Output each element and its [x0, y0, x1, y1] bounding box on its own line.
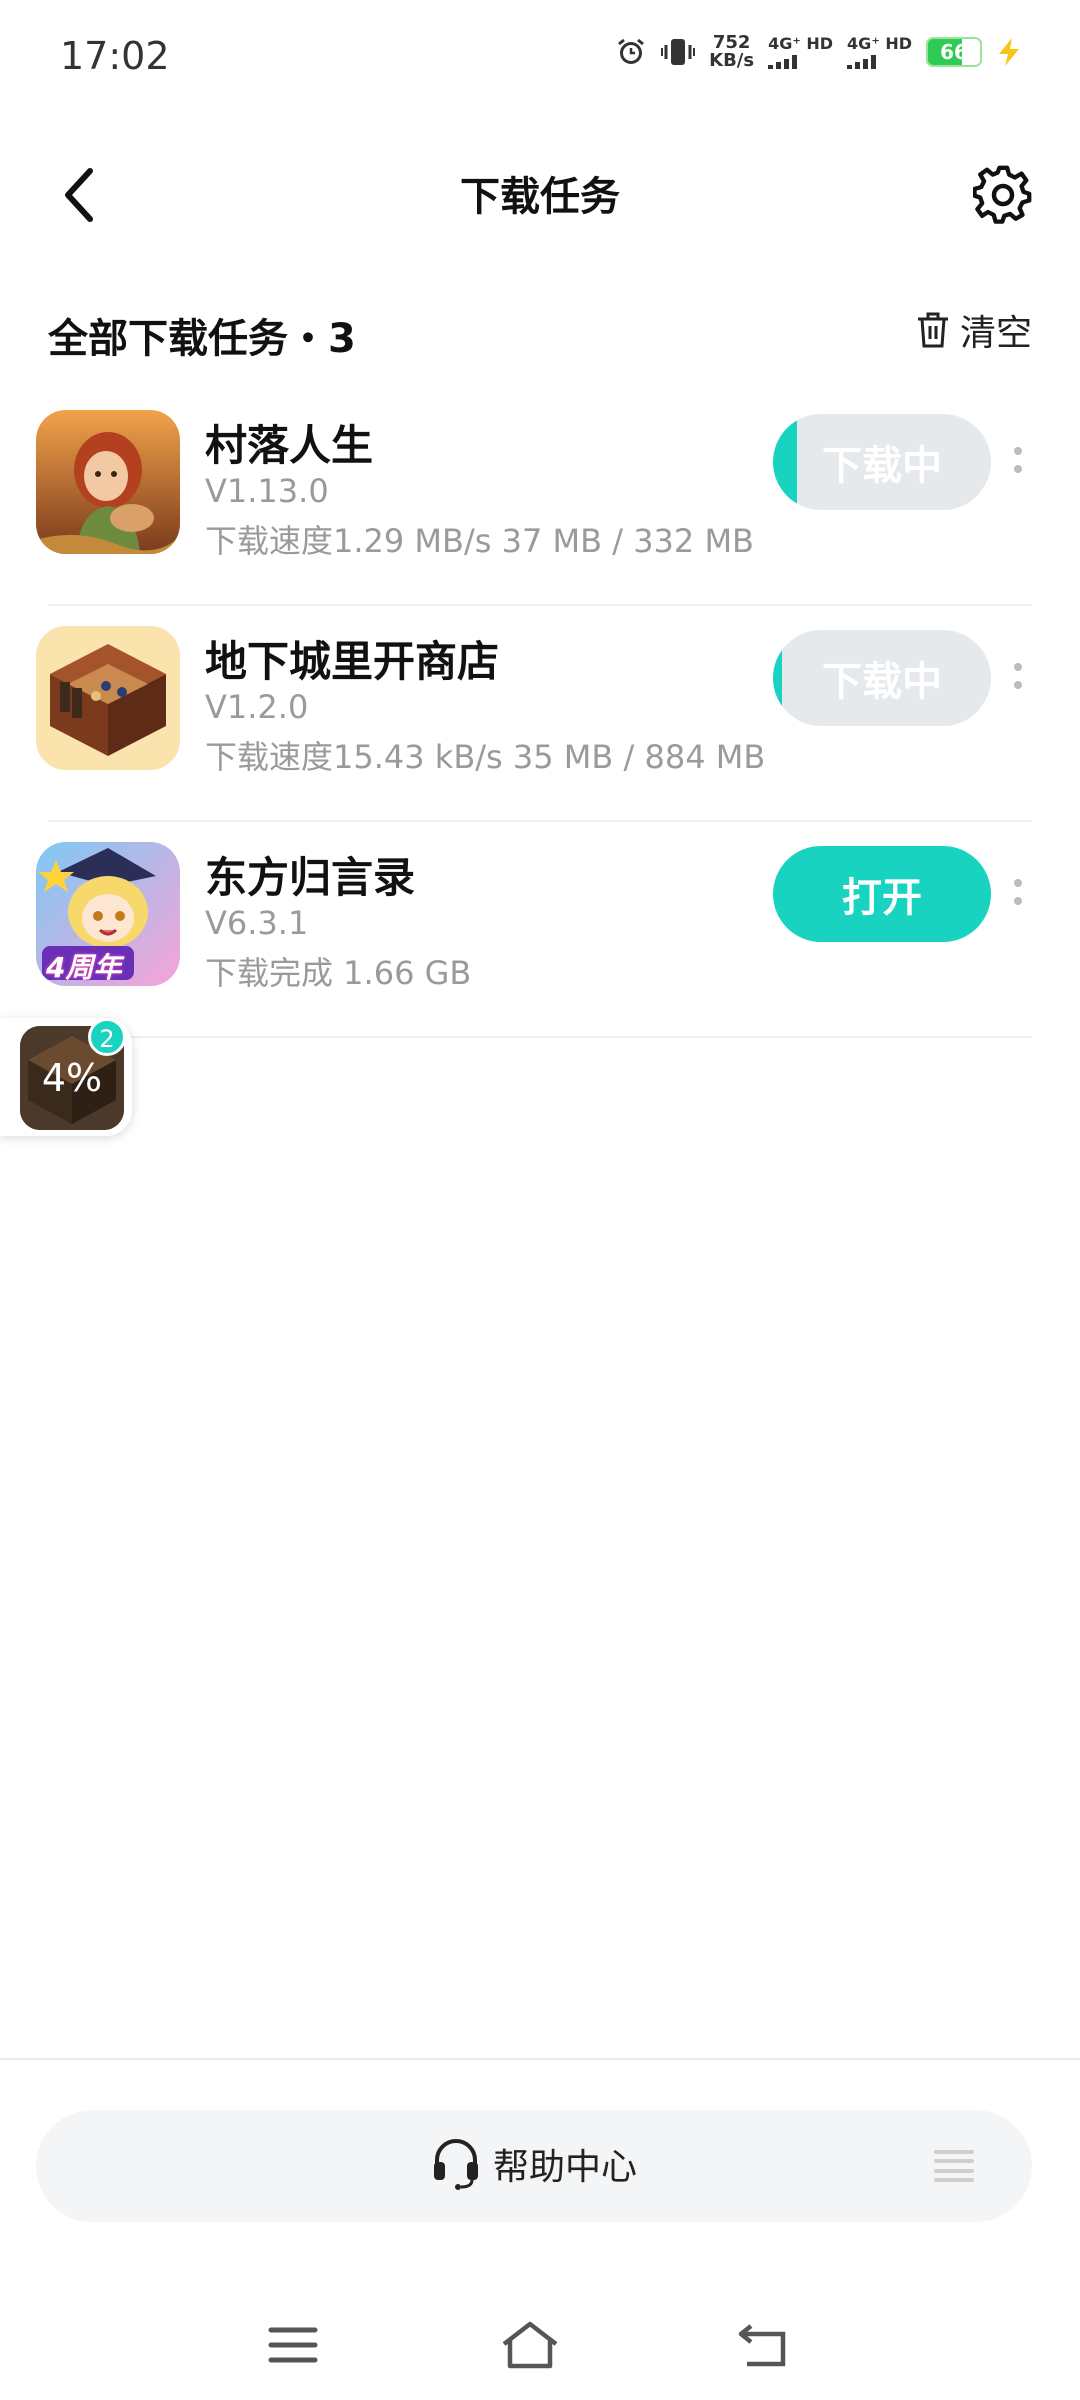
- vibrate-icon: [661, 36, 696, 68]
- more-options-button[interactable]: [1006, 862, 1030, 922]
- app-name: 村落人生: [205, 421, 374, 470]
- download-task-list: 村落人生 V1.13.0 下载速度1.29 MB/s 37 MB / 332 M…: [0, 390, 1080, 1038]
- status-icons: 752 KB/s 4G⁺ HD 4G⁺ HD 66: [615, 34, 1022, 70]
- page-title: 下载任务: [460, 174, 620, 220]
- clear-all-label: 清空: [959, 313, 1032, 354]
- app-icon-caption: 4周年: [46, 951, 122, 984]
- floating-count-badge: 2: [88, 1018, 126, 1056]
- list-item[interactable]: 4周年 东方归言录 V6.3.1 下载完成 1.66 GB 打开: [0, 822, 1080, 1038]
- help-center-label: 帮助中心: [492, 2147, 637, 2188]
- app-header: 下载任务: [0, 140, 1080, 250]
- nav-menu-button[interactable]: [258, 2310, 328, 2380]
- nav-home-button[interactable]: [495, 2310, 565, 2380]
- app-icon-touhou: 4周年: [36, 842, 180, 986]
- charging-icon: [996, 37, 1022, 67]
- status-bar: 17:02 752 KB/s 4G⁺ HD 4G⁺ HD 66: [0, 0, 1080, 110]
- list-item[interactable]: 村落人生 V1.13.0 下载速度1.29 MB/s 37 MB / 332 M…: [0, 390, 1080, 606]
- help-center-bar[interactable]: 帮助中心: [36, 2110, 1032, 2222]
- floating-download-badge[interactable]: 4% 2: [0, 1018, 132, 1136]
- app-version: V6.3.1: [205, 904, 309, 942]
- more-dot: [1014, 897, 1022, 905]
- action-label: 打开: [842, 875, 922, 921]
- more-dot: [1014, 879, 1022, 887]
- help-center-button[interactable]: 帮助中心: [36, 2138, 1032, 2190]
- alarm-icon: [615, 36, 647, 68]
- download-progress-bar: [773, 630, 782, 726]
- gear-icon: [973, 165, 1032, 224]
- signal-icon: [847, 54, 877, 69]
- more-dot: [1014, 447, 1022, 455]
- app-icon-village-life: [36, 410, 180, 554]
- open-button[interactable]: 打开: [773, 846, 991, 942]
- sim2-label: 4G⁺ HD: [847, 33, 912, 53]
- more-dot: [1014, 465, 1022, 473]
- menu-icon[interactable]: [934, 2150, 974, 2182]
- trash-icon: [917, 312, 948, 348]
- download-status: 下载速度1.29 MB/s 37 MB / 332 MB: [205, 522, 755, 560]
- floating-percent: 4%: [41, 1056, 103, 1100]
- sim2-signal: 4G⁺ HD: [847, 33, 912, 69]
- nav-back-button[interactable]: [730, 2310, 800, 2380]
- more-dot: [1014, 663, 1022, 671]
- app-name: 地下城里开商店: [205, 637, 500, 686]
- app-name: 东方归言录: [205, 853, 416, 902]
- app-icon-dungeon-shop: [36, 626, 180, 770]
- battery-icon: 66: [926, 37, 982, 67]
- sim1-signal: 4G⁺ HD: [768, 33, 834, 69]
- menu-icon: [268, 2327, 318, 2363]
- headset-icon: [433, 2139, 478, 2190]
- clear-all-button[interactable]: 清空: [916, 304, 1032, 356]
- back-icon: [738, 2324, 786, 2367]
- action-label: 下载中: [822, 659, 942, 705]
- battery-level: 66: [940, 40, 968, 64]
- network-speed: 752 KB/s: [709, 34, 754, 70]
- status-time: 17:02: [60, 34, 170, 78]
- settings-button[interactable]: [966, 158, 1040, 232]
- more-options-button[interactable]: [1006, 646, 1030, 706]
- app-version: V1.2.0: [205, 688, 309, 726]
- divider: [48, 1036, 1032, 1038]
- action-label: 下载中: [822, 443, 942, 489]
- download-status: 下载速度15.43 kB/s 35 MB / 884 MB: [205, 738, 766, 776]
- section-title: 全部下载任务・3: [48, 316, 356, 362]
- downloading-button[interactable]: 下载中: [773, 630, 991, 726]
- signal-icon: [768, 54, 798, 69]
- home-icon: [502, 2321, 558, 2369]
- downloading-button[interactable]: 下载中: [773, 414, 991, 510]
- download-progress-bar: [773, 414, 797, 510]
- network-speed-unit: KB/s: [709, 50, 755, 71]
- app-version: V1.13.0: [205, 472, 329, 510]
- system-nav-bar: [0, 2290, 1080, 2400]
- bottom-divider: [0, 2058, 1080, 2060]
- list-item[interactable]: 地下城里开商店 V1.2.0 下载速度15.43 kB/s 35 MB / 88…: [0, 606, 1080, 822]
- more-options-button[interactable]: [1006, 430, 1030, 490]
- sim1-label: 4G⁺ HD: [768, 33, 834, 53]
- download-status: 下载完成 1.66 GB: [205, 954, 472, 992]
- more-dot: [1014, 681, 1022, 689]
